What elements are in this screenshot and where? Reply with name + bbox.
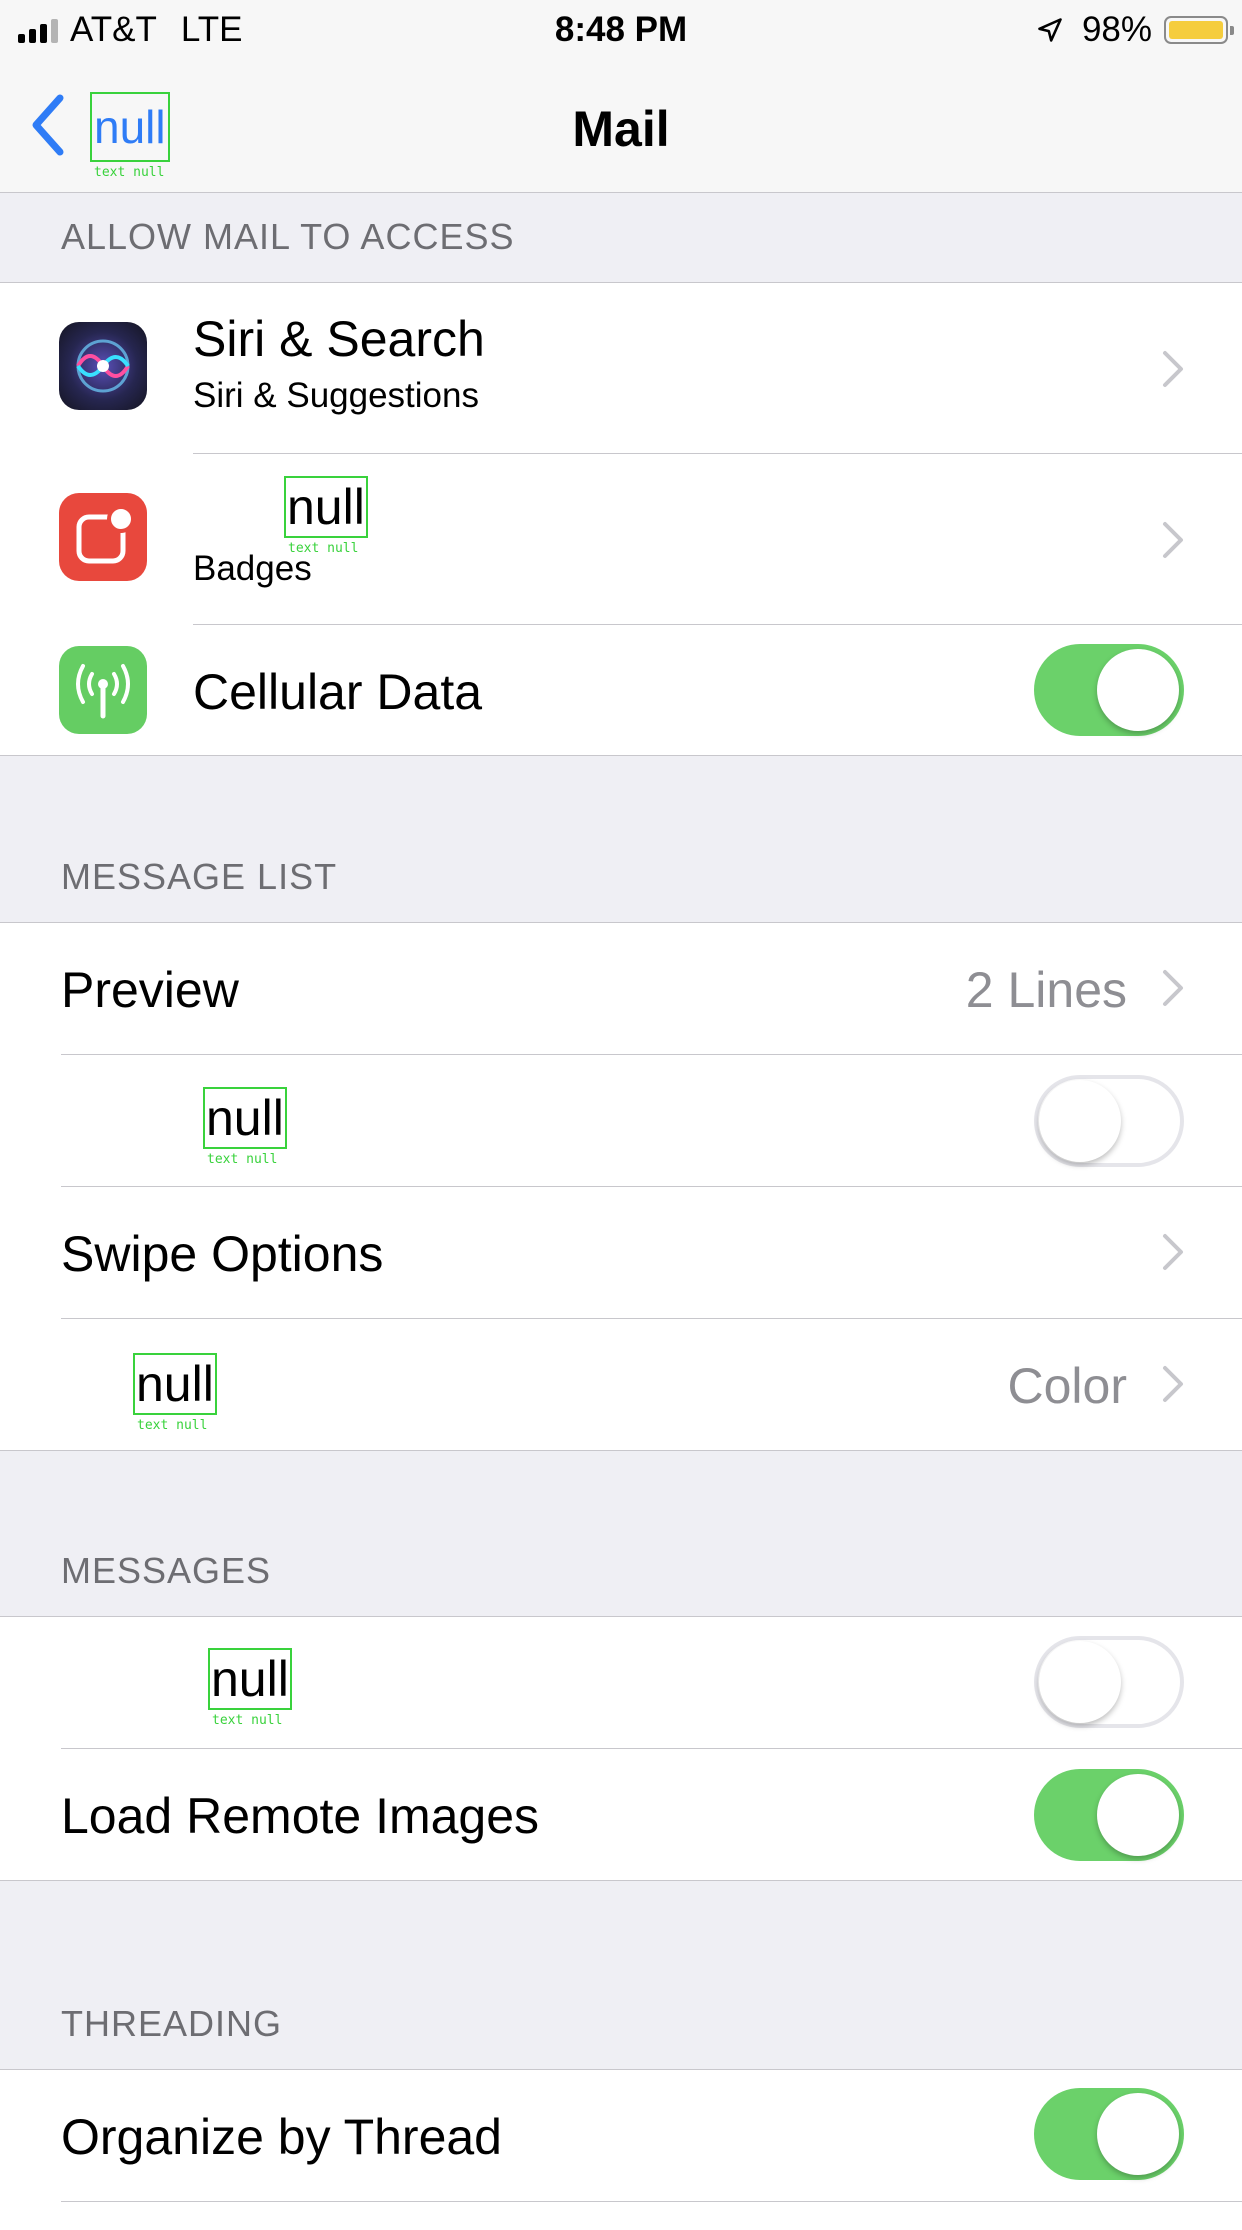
battery-icon [1164,16,1234,44]
cellular-data-row: Cellular Data [0,625,1242,755]
swipe-options-row[interactable]: Swipe Options [0,1187,1242,1318]
notifications-row[interactable]: null text null Badges [0,454,1242,624]
page-title: Mail [572,101,670,157]
siri-icon [59,322,147,410]
location-arrow-icon [1038,18,1062,42]
notifications-subtitle: Badges [193,549,312,588]
show-labels-row: null text null [0,1055,1242,1186]
show-labels-toggle[interactable] [1034,1075,1184,1167]
preview-row[interactable]: Preview 2 Lines [0,923,1242,1054]
ask-before-deleting-title: null text null [208,1648,292,1728]
chevron-right-icon [1163,970,1183,1006]
chevron-right-icon [1163,351,1183,387]
chevron-right-icon [1163,522,1183,558]
cellular-antenna-icon [59,646,147,734]
cellular-data-toggle[interactable] [1034,644,1184,736]
ask-before-deleting-row: null text null [0,1617,1242,1748]
battery-percent: 98% [1081,10,1152,49]
section-header-message-list: MESSAGE LIST [61,856,338,897]
status-bar: AT&T LTE 8:48 PM 98% [0,0,1242,62]
chevron-right-icon [1163,1366,1183,1402]
threading-group: Organize by Thread [0,2069,1242,2230]
swipe-options-title: Swipe Options [61,1226,384,1282]
flag-style-value: Color [1007,1358,1127,1414]
chevron-right-icon [1163,1234,1183,1270]
cellular-data-title: Cellular Data [193,664,483,720]
notifications-title: null text null [284,476,368,556]
debug-annotation: text null [207,1152,278,1167]
organize-by-thread-toggle[interactable] [1034,2088,1184,2180]
ask-before-deleting-toggle[interactable] [1034,1636,1184,1728]
organize-by-thread-row: Organize by Thread [0,2070,1242,2201]
load-remote-images-row: Load Remote Images [0,1749,1242,1880]
siri-search-row[interactable]: Siri & Search Siri & Suggestions [0,283,1242,453]
notifications-icon [59,493,147,581]
flag-style-row[interactable]: null text null Color [0,1319,1242,1450]
preview-value: 2 Lines [965,962,1127,1018]
navigation-bar: null text null Mail [0,62,1242,193]
preview-title: Preview [61,962,239,1018]
load-remote-images-title: Load Remote Images [61,1788,540,1844]
debug-annotation: text null [137,1418,208,1433]
section-header-access: ALLOW MAIL TO ACCESS [61,216,515,257]
siri-search-subtitle: Siri & Suggestions [193,376,479,415]
access-group: Siri & Search Siri & Suggestions null te… [0,282,1242,756]
flag-style-title: null text null [133,1353,217,1433]
organize-by-thread-title: Organize by Thread [61,2109,502,2165]
section-header-threading: THREADING [61,2003,283,2044]
debug-annotation: text null [212,1713,283,1728]
show-labels-title: null text null [203,1087,287,1167]
load-remote-images-toggle[interactable] [1034,1769,1184,1861]
messages-group: null text null Load Remote Images [0,1616,1242,1881]
debug-annotation: text null [94,165,165,180]
message-list-group: Preview 2 Lines null text null Swipe Opt… [0,922,1242,1451]
section-header-messages: MESSAGES [61,1550,272,1591]
siri-search-title: Siri & Search [193,311,485,367]
